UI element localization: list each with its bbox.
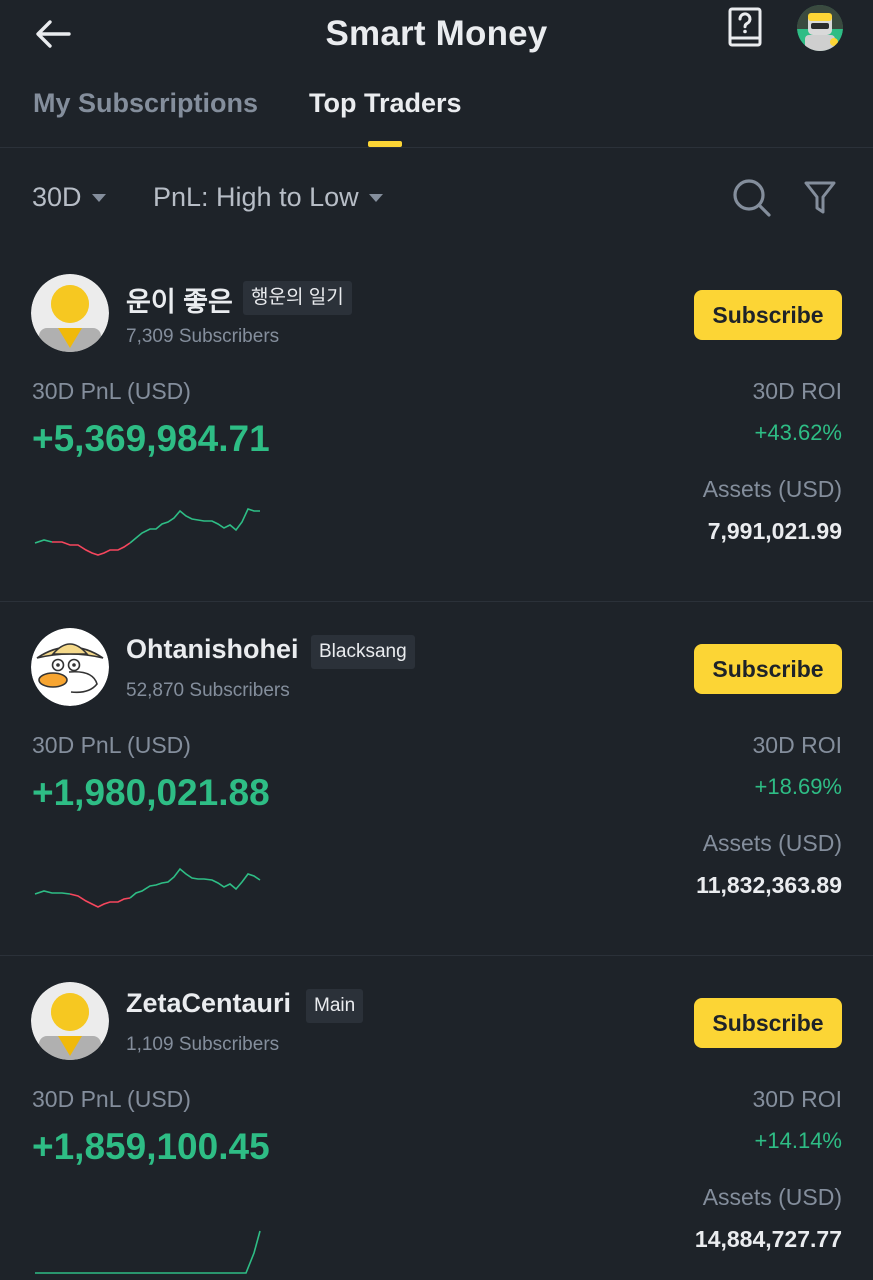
roi-label: 30D ROI [752,378,842,404]
pnl-sparkline [34,508,260,556]
assets-value: 11,832,363.89 [696,872,842,898]
pnl-sparkline [34,867,261,908]
trader-name[interactable]: ZetaCentauri [126,988,291,1019]
sparkline-up-segment [34,890,71,895]
sparkline-down-segment [69,893,131,908]
tab-my-subscriptions[interactable]: My Subscriptions [33,88,258,119]
help-button[interactable] [726,6,764,48]
duck-avatar-icon [31,628,109,706]
trader-tag: 행운의 일기 [243,281,352,315]
period-value: 30D [32,182,82,212]
assets-label: Assets (USD) [702,830,842,856]
pnl-value: +1,980,021.88 [32,772,270,813]
pnl-label: 30D PnL (USD) [32,732,191,758]
trader-card[interactable]: Ohtanishohei Blacksang 52,870 Subscriber… [0,602,873,956]
assets-value: 7,991,021.99 [707,518,842,544]
question-book-icon [728,7,762,47]
trader-name[interactable]: Ohtanishohei [126,634,299,665]
subscribe-button[interactable]: Subscribe [694,998,842,1048]
sort-value: PnL: High to Low [153,182,359,212]
sparkline-down-segment [52,541,131,556]
search-button[interactable] [732,178,772,223]
sparkline-up-segment [129,867,261,899]
assets-label: Assets (USD) [702,1184,842,1210]
sparkline-up-segment [35,1230,261,1274]
subscribe-button[interactable]: Subscribe [694,290,842,340]
active-tab-indicator [368,141,402,147]
filter-button[interactable] [804,180,836,221]
assets-value: 14,884,727.77 [694,1226,842,1252]
roi-value: +43.62% [754,420,842,445]
roi-value: +18.69% [754,774,842,799]
pnl-label: 30D PnL (USD) [32,378,191,404]
pnl-sparkline [35,1230,261,1274]
tab-top-traders[interactable]: Top Traders [309,88,462,119]
funnel-filter-icon [804,181,836,214]
roi-label: 30D ROI [752,1086,842,1112]
roi-label: 30D ROI [752,732,842,758]
caret-down-icon [368,193,383,202]
app-header: Smart Money [0,0,873,70]
pnl-value: +1,859,100.45 [32,1126,270,1167]
sparkline-up-segment [129,508,260,544]
subscriber-count: 52,870 Subscribers [126,680,290,701]
trader-tag: Main [306,989,364,1023]
assets-label: Assets (USD) [702,476,842,502]
tab-bar: My Subscriptions Top Traders [0,70,873,148]
trader-avatar[interactable] [31,628,109,706]
default-user-avatar-icon [31,274,109,352]
trader-avatar[interactable] [31,274,109,352]
sparkline-up-segment [34,539,53,544]
subscriber-count: 1,109 Subscribers [126,1034,280,1055]
trader-tag: Blacksang [311,635,415,669]
pnl-label: 30D PnL (USD) [32,1086,191,1112]
sort-dropdown[interactable]: PnL: High to Low [153,182,383,213]
trader-avatar[interactable] [31,982,109,1060]
search-icon [733,179,771,217]
caret-down-icon [91,193,106,202]
default-user-avatar-icon [31,982,109,1060]
trader-name[interactable]: 운이 좋은 [126,280,233,319]
roi-value: +14.14% [754,1128,842,1153]
robot-avatar-icon [797,5,843,51]
trader-card[interactable]: 운이 좋은 행운의 일기 7,309 Subscribers Subscribe… [0,248,873,602]
pnl-value: +5,369,984.71 [32,418,270,459]
trader-card[interactable]: ZetaCentauri Main 1,109 Subscribers Subs… [0,956,873,1280]
subscribe-button[interactable]: Subscribe [694,644,842,694]
profile-avatar[interactable] [797,5,843,51]
subscriber-count: 7,309 Subscribers [126,326,280,347]
period-dropdown[interactable]: 30D [32,182,106,213]
